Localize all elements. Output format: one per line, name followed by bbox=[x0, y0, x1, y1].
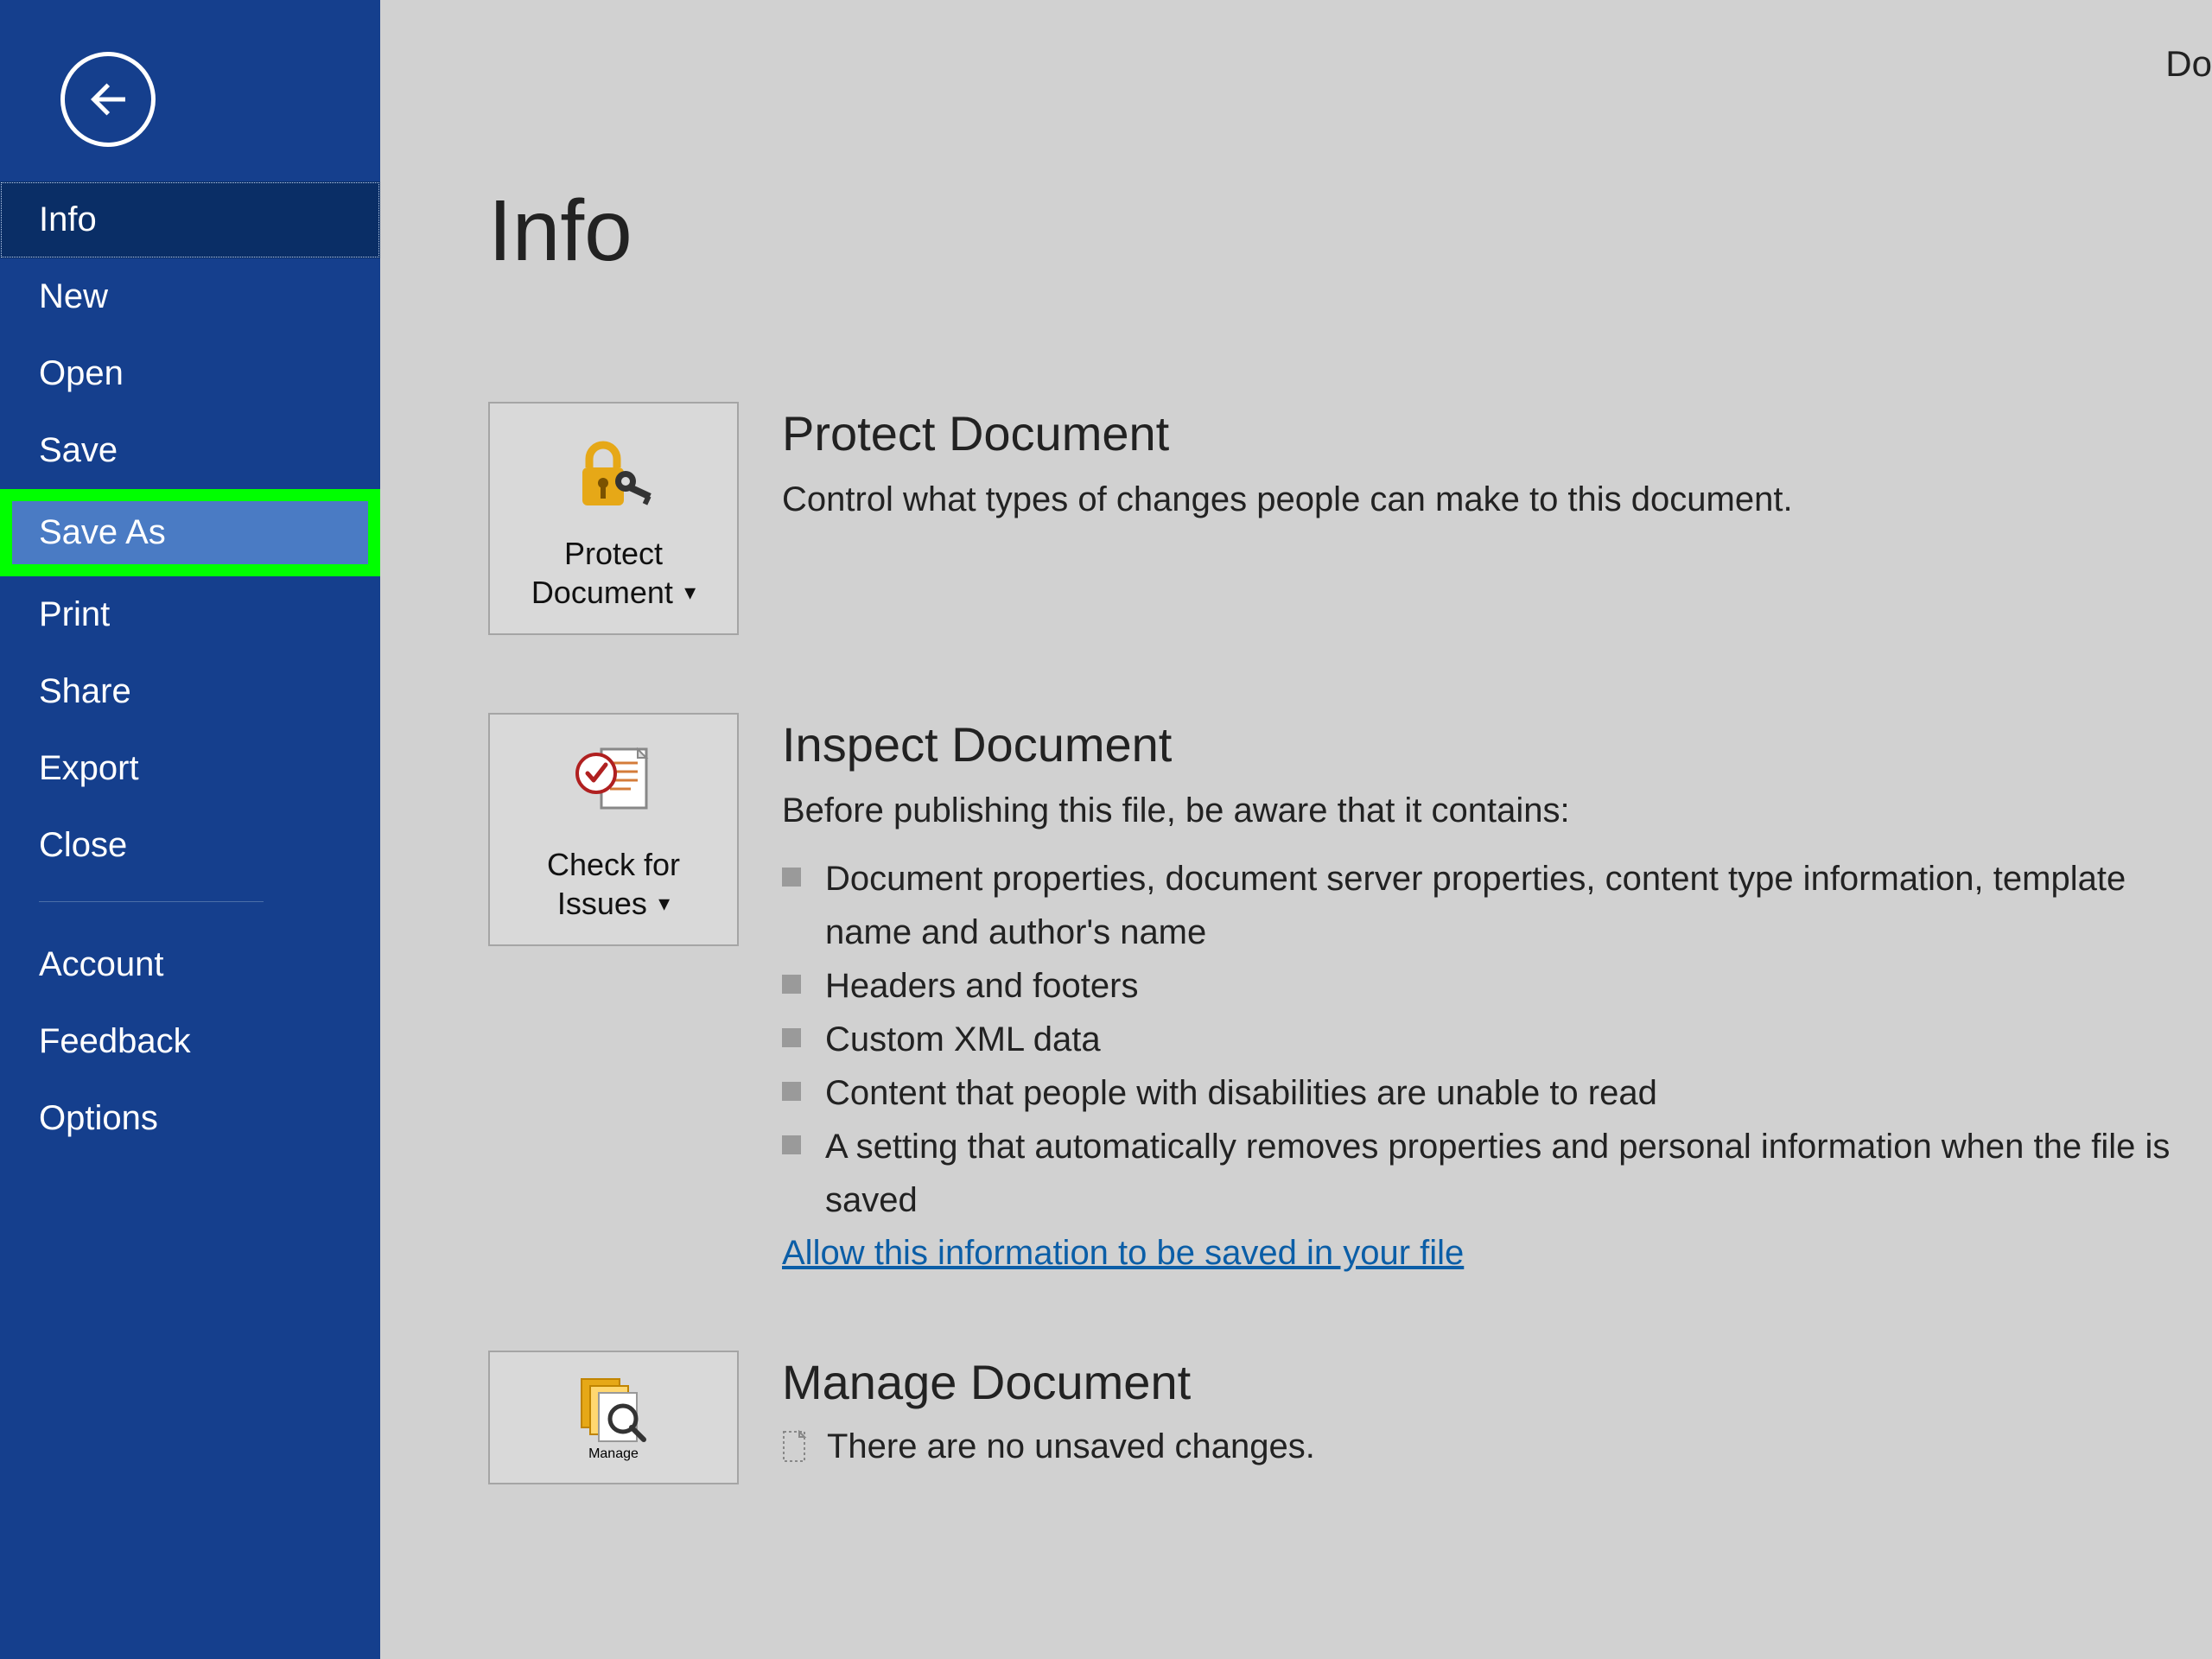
check-for-issues-button[interactable]: Check for Issues ▾ bbox=[488, 713, 739, 946]
card-label-line1: Protect bbox=[564, 536, 663, 571]
sidebar-item-open[interactable]: Open bbox=[0, 335, 380, 412]
sidebar-item-label: Export bbox=[39, 749, 139, 787]
bullet-text: A setting that automatically removes pro… bbox=[825, 1120, 2212, 1227]
allow-info-link[interactable]: Allow this information to be saved in yo… bbox=[782, 1234, 1464, 1273]
card-label-line1: Check for bbox=[547, 847, 680, 882]
page-title: Info bbox=[488, 181, 2212, 281]
list-item: Custom XML data bbox=[782, 1013, 2212, 1066]
sidebar-item-label: Options bbox=[39, 1099, 158, 1137]
manage-document-button[interactable]: Manage bbox=[488, 1351, 739, 1484]
bullet-text: Content that people with disabilities ar… bbox=[825, 1066, 1657, 1120]
app-root: Info New Open Save Save As Print Share E… bbox=[0, 0, 2212, 1659]
bullet-icon bbox=[782, 1028, 801, 1047]
sidebar-item-close[interactable]: Close bbox=[0, 807, 380, 884]
sidebar-item-info[interactable]: Info bbox=[0, 181, 380, 258]
info-sections: Protect Document ▾ Protect Document Cont… bbox=[488, 402, 2212, 1484]
card-label-line2: Document bbox=[531, 575, 673, 610]
protect-document-body: Protect Document Control what types of c… bbox=[782, 402, 2212, 525]
sidebar-item-save[interactable]: Save bbox=[0, 412, 380, 489]
main-panel: Do Info bbox=[380, 0, 2212, 1659]
sidebar-item-export[interactable]: Export bbox=[0, 730, 380, 807]
bullet-icon bbox=[782, 1082, 801, 1101]
sidebar-item-label: Print bbox=[39, 595, 110, 633]
sidebar-item-label: Close bbox=[39, 826, 127, 864]
chevron-down-icon: ▾ bbox=[652, 890, 670, 916]
sidebar-item-save-as[interactable]: Save As bbox=[0, 489, 380, 576]
protect-heading: Protect Document bbox=[782, 405, 2212, 461]
sidebar-divider bbox=[39, 901, 264, 902]
inspect-desc: Before publishing this file, be aware th… bbox=[782, 785, 2212, 836]
backstage-sidebar: Info New Open Save Save As Print Share E… bbox=[0, 0, 380, 1659]
inspect-document-section: Check for Issues ▾ Inspect Document Befo… bbox=[488, 713, 2212, 1273]
document-outline-icon bbox=[782, 1430, 810, 1465]
document-check-icon bbox=[570, 736, 657, 830]
sidebar-item-label: Info bbox=[39, 200, 97, 238]
back-button[interactable] bbox=[60, 52, 156, 147]
list-item: Content that people with disabilities ar… bbox=[782, 1066, 2212, 1120]
sidebar-item-account[interactable]: Account bbox=[0, 926, 380, 1003]
card-label: Manage bbox=[588, 1446, 639, 1461]
manage-document-section: Manage Manage Document There are no unsa… bbox=[488, 1351, 2212, 1484]
bullet-icon bbox=[782, 1135, 801, 1154]
protect-desc: Control what types of changes people can… bbox=[782, 474, 2212, 525]
bullet-text: Custom XML data bbox=[825, 1013, 1101, 1066]
sidebar-item-label: Save As bbox=[39, 513, 166, 551]
bullet-text: Document properties, document server pro… bbox=[825, 852, 2212, 959]
bullet-icon bbox=[782, 868, 801, 887]
manage-desc: There are no unsaved changes. bbox=[827, 1427, 1315, 1466]
chevron-down-icon: ▾ bbox=[678, 579, 696, 605]
sidebar-item-options[interactable]: Options bbox=[0, 1080, 380, 1157]
sidebar-item-new[interactable]: New bbox=[0, 258, 380, 335]
inspect-bullet-list: Document properties, document server pro… bbox=[782, 852, 2212, 1227]
protect-document-button[interactable]: Protect Document ▾ bbox=[488, 402, 739, 635]
title-bar-fragment: Do bbox=[2165, 43, 2212, 85]
sidebar-item-label: Feedback bbox=[39, 1022, 191, 1060]
sidebar-item-share[interactable]: Share bbox=[0, 653, 380, 730]
back-arrow-icon bbox=[82, 73, 134, 125]
sidebar-item-feedback[interactable]: Feedback bbox=[0, 1003, 380, 1080]
card-label-line2: Issues bbox=[557, 886, 647, 921]
protect-document-section: Protect Document ▾ Protect Document Cont… bbox=[488, 402, 2212, 635]
sidebar-nav: Info New Open Save Save As Print Share E… bbox=[0, 181, 380, 1157]
sidebar-item-label: Open bbox=[39, 354, 124, 392]
sidebar-item-label: Share bbox=[39, 672, 131, 710]
manage-document-body: Manage Document There are no unsaved cha… bbox=[782, 1351, 2212, 1466]
lock-key-icon bbox=[570, 425, 657, 518]
bullet-icon bbox=[782, 975, 801, 994]
bullet-text: Headers and footers bbox=[825, 959, 1138, 1013]
manage-heading: Manage Document bbox=[782, 1354, 2212, 1410]
sidebar-item-print[interactable]: Print bbox=[0, 576, 380, 653]
list-item: Document properties, document server pro… bbox=[782, 852, 2212, 959]
list-item: Headers and footers bbox=[782, 959, 2212, 1013]
sidebar-item-label: Account bbox=[39, 945, 164, 983]
sidebar-item-label: New bbox=[39, 277, 108, 315]
sidebar-item-label: Save bbox=[39, 431, 118, 469]
list-item: A setting that automatically removes pro… bbox=[782, 1120, 2212, 1227]
inspect-document-body: Inspect Document Before publishing this … bbox=[782, 713, 2212, 1273]
inspect-heading: Inspect Document bbox=[782, 716, 2212, 772]
document-stack-magnify-icon bbox=[573, 1374, 655, 1446]
